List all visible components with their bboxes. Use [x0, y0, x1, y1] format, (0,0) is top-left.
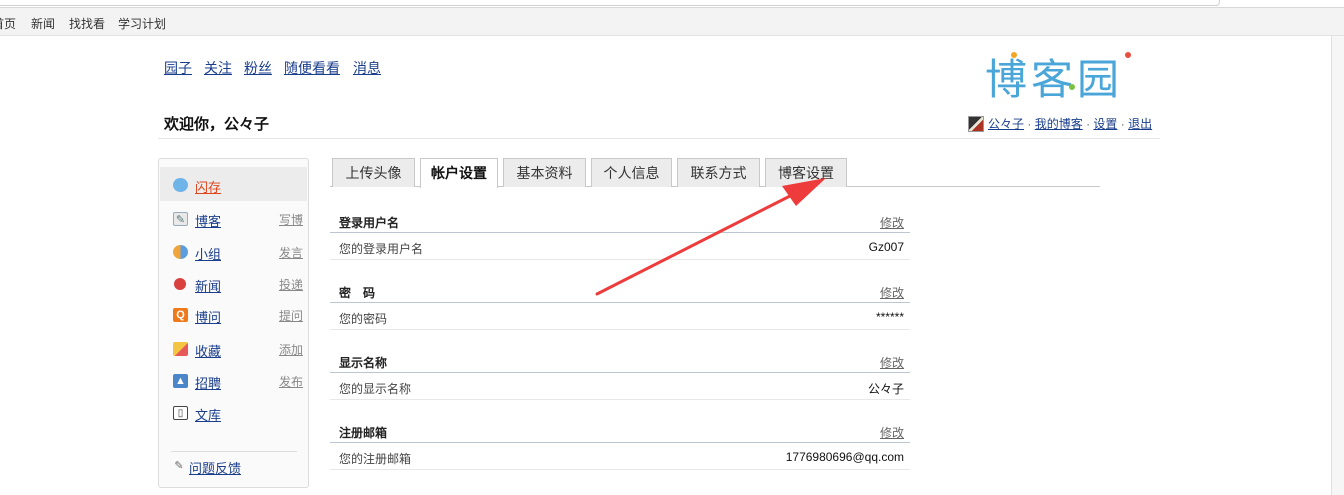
sidebar-item-label[interactable]: 闪存 [195, 177, 221, 196]
section-row: 您的密码 ****** [330, 303, 910, 330]
topnav-home-link[interactable]: 首页 [0, 15, 16, 32]
wrench-icon: ✎ [174, 460, 184, 472]
site-link-browse[interactable]: 随便看看 [284, 58, 340, 78]
settings-tabs: 上传头像 帐户设置 基本资料 个人信息 联系方式 博客设置 [330, 158, 1100, 188]
sidebar-item-label[interactable]: 新闻 [195, 276, 221, 295]
group-icon [173, 245, 188, 259]
add-favorite-link[interactable]: 添加 [279, 341, 303, 358]
section-description: 您的密码 [339, 312, 388, 326]
notepad-icon: ✎ [173, 212, 188, 226]
avatar[interactable] [968, 116, 984, 132]
cnblogs-logo[interactable]: 博客园 [985, 46, 1157, 104]
sidebar-item-news[interactable]: 新闻 投递 [173, 276, 303, 294]
tab-blog-settings[interactable]: 博客设置 [765, 158, 847, 187]
ask-question-link[interactable]: 提问 [279, 307, 303, 324]
publish-job-link[interactable]: 发布 [279, 373, 303, 390]
tab-basic-info[interactable]: 基本资料 [503, 158, 586, 187]
sidebar-item-label[interactable]: 博客 [195, 211, 221, 230]
tab-contact[interactable]: 联系方式 [677, 158, 760, 187]
section-header: 显示名称 修改 [330, 349, 910, 373]
display-name-value: 公々子 [867, 382, 904, 396]
separator-dot: · [1120, 117, 1125, 131]
tab-upload-avatar[interactable]: 上传头像 [332, 158, 415, 187]
separator-dot: · [1086, 117, 1091, 131]
section-row: 您的显示名称 公々子 [330, 373, 910, 400]
sidebar-item-ing[interactable]: 闪存 [173, 177, 303, 195]
topnav-news-link[interactable]: 新闻 [31, 15, 55, 32]
email-value: 1776980696@qq.com [785, 450, 904, 464]
site-link-messages[interactable]: 消息 [353, 58, 381, 78]
section-description: 您的登录用户名 [339, 242, 424, 256]
section-title: 密 码 [339, 286, 376, 300]
person-card-icon: ▲ [173, 374, 188, 388]
sidebar: 闪存 ✎ 博客 写博 小组 发言 新闻 投递 Q 博问 提问 收藏 添加 ▲ 招… [158, 158, 309, 488]
book-icon: ▯ [173, 406, 188, 420]
section-header: 登录用户名 修改 [330, 209, 910, 233]
section-description: 您的注册邮箱 [339, 452, 412, 466]
chat-bubble-icon [173, 178, 188, 192]
tab-account-settings[interactable]: 帐户设置 [420, 158, 498, 188]
sidebar-item-label[interactable]: 文库 [195, 405, 221, 424]
my-blog-link[interactable]: 我的博客 [1035, 117, 1083, 131]
logout-link[interactable]: 退出 [1128, 117, 1152, 131]
logo-dot-green [1069, 84, 1075, 90]
sidebar-item-label[interactable]: 招聘 [195, 373, 221, 392]
sidebar-divider [171, 451, 297, 452]
section-row: 您的注册邮箱 1776980696@qq.com [330, 443, 910, 470]
q-icon: Q [173, 308, 188, 322]
edit-email-link[interactable]: 修改 [880, 424, 904, 441]
section-description: 您的显示名称 [339, 382, 412, 396]
settings-link[interactable]: 设置 [1093, 117, 1117, 131]
sidebar-item-question[interactable]: Q 博问 提问 [173, 307, 303, 325]
topnav-search-link[interactable]: 找找看 [69, 15, 105, 32]
logo-text: 博客园 [985, 55, 1124, 104]
user-bar: 公々子 · 我的博客 · 设置 · 退出 [968, 115, 1152, 132]
bookmark-icon [173, 342, 188, 356]
sidebar-item-jobs[interactable]: ▲ 招聘 发布 [173, 373, 303, 391]
login-name-value: Gz007 [868, 240, 904, 254]
site-link-fans[interactable]: 粉丝 [244, 58, 272, 78]
sidebar-item-library[interactable]: ▯ 文库 [173, 405, 303, 423]
submit-news-link[interactable]: 投递 [279, 276, 303, 293]
section-title: 登录用户名 [339, 216, 400, 230]
sidebar-item-blog[interactable]: ✎ 博客 写博 [173, 211, 303, 229]
feedback-link[interactable]: 问题反馈 [189, 458, 241, 477]
section-row: 您的登录用户名 Gz007 [330, 233, 910, 260]
username-link[interactable]: 公々子 [988, 117, 1024, 131]
sidebar-item-feedback[interactable]: ✎ 问题反馈 [173, 458, 303, 476]
section-header: 密 码 修改 [330, 279, 910, 303]
sidebar-item-group[interactable]: 小组 发言 [173, 244, 303, 262]
sidebar-item-label[interactable]: 博问 [195, 307, 221, 326]
logo-dot-yellow [1011, 52, 1017, 58]
tab-personal-info[interactable]: 个人信息 [591, 158, 672, 187]
write-blog-link[interactable]: 写博 [279, 211, 303, 228]
password-value: ****** [875, 310, 904, 324]
logo-dot-red [1125, 52, 1131, 58]
sidebar-item-favorites[interactable]: 收藏 添加 [173, 341, 303, 359]
separator-dot: · [1027, 117, 1032, 131]
sidebar-item-label[interactable]: 收藏 [195, 341, 221, 360]
sidebar-item-label[interactable]: 小组 [195, 244, 221, 263]
vertical-scrollbar[interactable] [1331, 36, 1344, 495]
section-title: 显示名称 [339, 356, 388, 370]
top-navigation-bar: 首页 新闻 找找看 学习计划 [0, 8, 1344, 36]
edit-login-name-link[interactable]: 修改 [880, 214, 904, 231]
header-divider [158, 138, 1160, 139]
welcome-heading: 欢迎你，公々子 [164, 116, 270, 133]
browser-address-bar-edge [0, 0, 1344, 8]
site-link-garden[interactable]: 园子 [164, 58, 192, 78]
edit-display-name-link[interactable]: 修改 [880, 354, 904, 371]
site-link-follow[interactable]: 关注 [204, 58, 232, 78]
news-icon [174, 278, 186, 290]
post-message-link[interactable]: 发言 [279, 244, 303, 261]
section-header: 注册邮箱 修改 [330, 419, 910, 443]
edit-password-link[interactable]: 修改 [880, 284, 904, 301]
topnav-study-plan-link[interactable]: 学习计划 [118, 15, 166, 32]
section-title: 注册邮箱 [339, 426, 388, 440]
